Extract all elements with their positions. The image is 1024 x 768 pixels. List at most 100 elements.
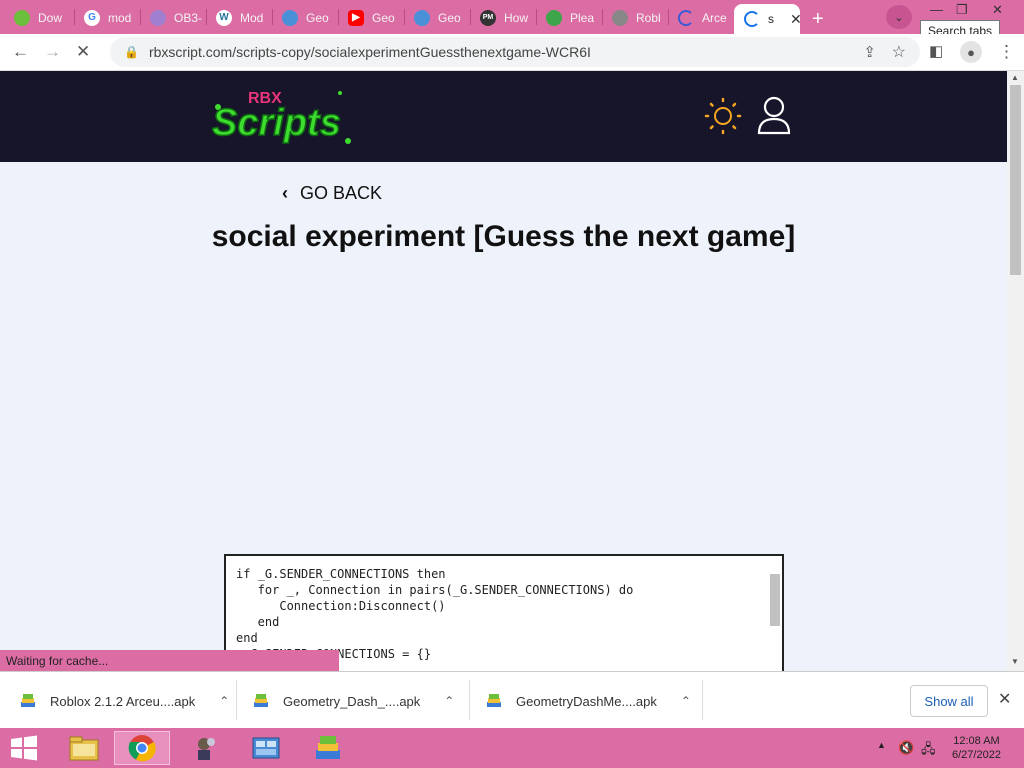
rbxscripts-logo[interactable]: RBX Scripts bbox=[208, 83, 358, 151]
code-line: for _, Connection in pairs(_G.SENDER_CON… bbox=[236, 583, 634, 597]
tab-4[interactable]: Geo bbox=[272, 5, 336, 30]
code-scroll-thumb[interactable] bbox=[770, 574, 780, 626]
search-tabs-button[interactable]: ⌄ bbox=[886, 5, 912, 29]
download-filename: Roblox 2.1.2 Arceu....apk bbox=[50, 693, 196, 709]
tab-label: How bbox=[504, 10, 529, 25]
chevron-left-icon: ‹ bbox=[282, 183, 288, 203]
tab-0[interactable]: Dow bbox=[4, 5, 72, 30]
system-clock[interactable]: 12:08 AM 6/27/2022 bbox=[952, 734, 1001, 762]
code-line: end bbox=[236, 631, 258, 645]
close-downloads-icon[interactable]: ✕ bbox=[998, 689, 1011, 709]
code-scrollbar[interactable] bbox=[768, 560, 780, 671]
geometry-icon bbox=[282, 9, 298, 26]
address-bar[interactable]: 🔒 rbxscript.com/scripts-copy/socialexper… bbox=[110, 37, 920, 67]
code-line: Connection:Disconnect() bbox=[236, 599, 446, 613]
file-explorer-icon[interactable] bbox=[56, 731, 112, 765]
close-window-icon[interactable]: ✕ bbox=[992, 2, 1003, 18]
bluestacks-file-icon bbox=[254, 694, 268, 707]
tab-7[interactable]: PM How bbox=[470, 5, 534, 30]
loading-icon bbox=[744, 11, 760, 27]
share-icon[interactable]: ⇪ bbox=[863, 43, 876, 61]
obs-icon bbox=[150, 9, 166, 26]
browser-toolbar: ← → ✕ 🔒 rbxscript.com/scripts-copy/socia… bbox=[0, 34, 1024, 71]
page-scrollbar[interactable]: ▲ ▼ bbox=[1007, 71, 1024, 671]
control-panel-icon[interactable] bbox=[238, 731, 294, 765]
volume-muted-icon[interactable]: 🔇 bbox=[898, 740, 914, 756]
windows-taskbar: ▲ 🔇 🖧 12:08 AM 6/27/2022 bbox=[0, 728, 1024, 768]
chevron-up-icon[interactable]: ⌃ bbox=[219, 694, 229, 708]
download-filename: Geometry_Dash_....apk bbox=[283, 693, 421, 709]
chrome-icon[interactable] bbox=[114, 731, 170, 765]
page-title: social experiment [Guess the next game] bbox=[211, 220, 796, 253]
bluestacks-icon bbox=[14, 9, 30, 26]
close-tab-icon[interactable]: ✕ bbox=[790, 11, 800, 28]
loading-icon bbox=[678, 9, 694, 26]
url-text: rbxscript.com/scripts-copy/socialexperim… bbox=[148, 44, 591, 60]
download-item[interactable]: Geometry_Dash_....apk ⌃ bbox=[253, 680, 454, 722]
go-back-link[interactable]: ‹ GO BACK bbox=[282, 183, 382, 204]
tab-10[interactable]: Arce bbox=[668, 5, 732, 30]
bluestacks-file-icon bbox=[21, 694, 35, 707]
tab-label: Mod bbox=[240, 10, 264, 25]
page-scroll-thumb[interactable] bbox=[1010, 85, 1021, 275]
back-icon[interactable]: ← bbox=[12, 42, 29, 62]
wordpress-icon: W bbox=[216, 9, 232, 26]
start-button[interactable] bbox=[10, 735, 38, 761]
download-item[interactable]: Roblox 2.1.2 Arceu....apk ⌃ bbox=[20, 680, 229, 722]
tab-label: Robl bbox=[636, 10, 661, 25]
geometry-icon bbox=[414, 9, 430, 26]
svg-text:Scripts: Scripts bbox=[212, 102, 341, 144]
downloads-bar: Roblox 2.1.2 Arceu....apk ⌃ Geometry_Das… bbox=[0, 671, 1024, 728]
youtube-icon: ▶ bbox=[348, 9, 364, 26]
pm-icon: PM bbox=[480, 9, 496, 26]
network-icon[interactable]: 🖧 bbox=[921, 740, 936, 762]
menu-icon[interactable]: ⋮ bbox=[998, 42, 1015, 62]
restore-icon[interactable]: ❐ bbox=[956, 2, 968, 18]
tab-1[interactable]: G mod bbox=[74, 5, 138, 30]
stop-loading-icon[interactable]: ✕ bbox=[76, 42, 90, 62]
new-tab-button[interactable]: + bbox=[812, 8, 824, 31]
game-icon[interactable] bbox=[176, 731, 232, 765]
tab-label: mod bbox=[108, 10, 132, 25]
tray-expand-icon[interactable]: ▲ bbox=[877, 740, 886, 750]
bluestacks-icon[interactable] bbox=[300, 731, 356, 765]
tab-5[interactable]: ▶ Geo bbox=[338, 5, 402, 30]
minimize-icon[interactable]: — bbox=[930, 2, 943, 17]
clock-date: 6/27/2022 bbox=[952, 749, 1001, 761]
scroll-up-icon[interactable]: ▲ bbox=[1011, 73, 1019, 82]
chevron-up-icon[interactable]: ⌃ bbox=[681, 694, 691, 708]
download-item[interactable]: GeometryDashMe....apk ⌃ bbox=[486, 680, 691, 722]
tab-8[interactable]: Plea bbox=[536, 5, 600, 30]
tab-6[interactable]: Geo bbox=[404, 5, 468, 30]
roblox-icon bbox=[612, 9, 628, 26]
code-line: end bbox=[236, 615, 280, 629]
clock-time: 12:08 AM bbox=[953, 735, 1000, 747]
tab-label: Plea bbox=[570, 10, 595, 25]
web-page: RBX Scripts ‹ GO BACK social experiment … bbox=[0, 71, 1007, 671]
tab-label: OB3- bbox=[174, 10, 203, 25]
bookmark-star-icon[interactable]: ☆ bbox=[892, 42, 906, 62]
user-icon[interactable] bbox=[756, 95, 792, 135]
tab-2[interactable]: OB3- bbox=[140, 5, 204, 30]
tab-label: Geo bbox=[372, 10, 395, 25]
tab-label: Geo bbox=[438, 10, 461, 25]
status-bubble: Waiting for cache... bbox=[0, 650, 339, 671]
tab-3[interactable]: W Mod bbox=[206, 5, 270, 30]
tab-active[interactable]: s ✕ bbox=[734, 4, 800, 34]
profile-icon[interactable]: ● bbox=[960, 41, 982, 63]
google-icon: G bbox=[84, 9, 100, 26]
site-header: RBX Scripts bbox=[0, 71, 1007, 162]
sun-icon[interactable] bbox=[704, 97, 742, 135]
download-filename: GeometryDashMe....apk bbox=[516, 693, 657, 709]
chevron-up-icon[interactable]: ⌃ bbox=[444, 694, 454, 708]
lock-icon: 🔒 bbox=[124, 45, 139, 59]
bluestacks-file-icon bbox=[487, 694, 501, 707]
side-panel-icon[interactable]: ◧ bbox=[929, 42, 943, 60]
tab-label: Arce bbox=[702, 10, 727, 25]
tab-9[interactable]: Robl bbox=[602, 5, 666, 30]
scroll-down-icon[interactable]: ▼ bbox=[1011, 657, 1019, 666]
forward-icon[interactable]: → bbox=[44, 42, 61, 62]
show-all-button[interactable]: Show all bbox=[910, 685, 988, 717]
tab-label: s bbox=[768, 12, 774, 26]
go-back-label: GO BACK bbox=[300, 183, 383, 203]
